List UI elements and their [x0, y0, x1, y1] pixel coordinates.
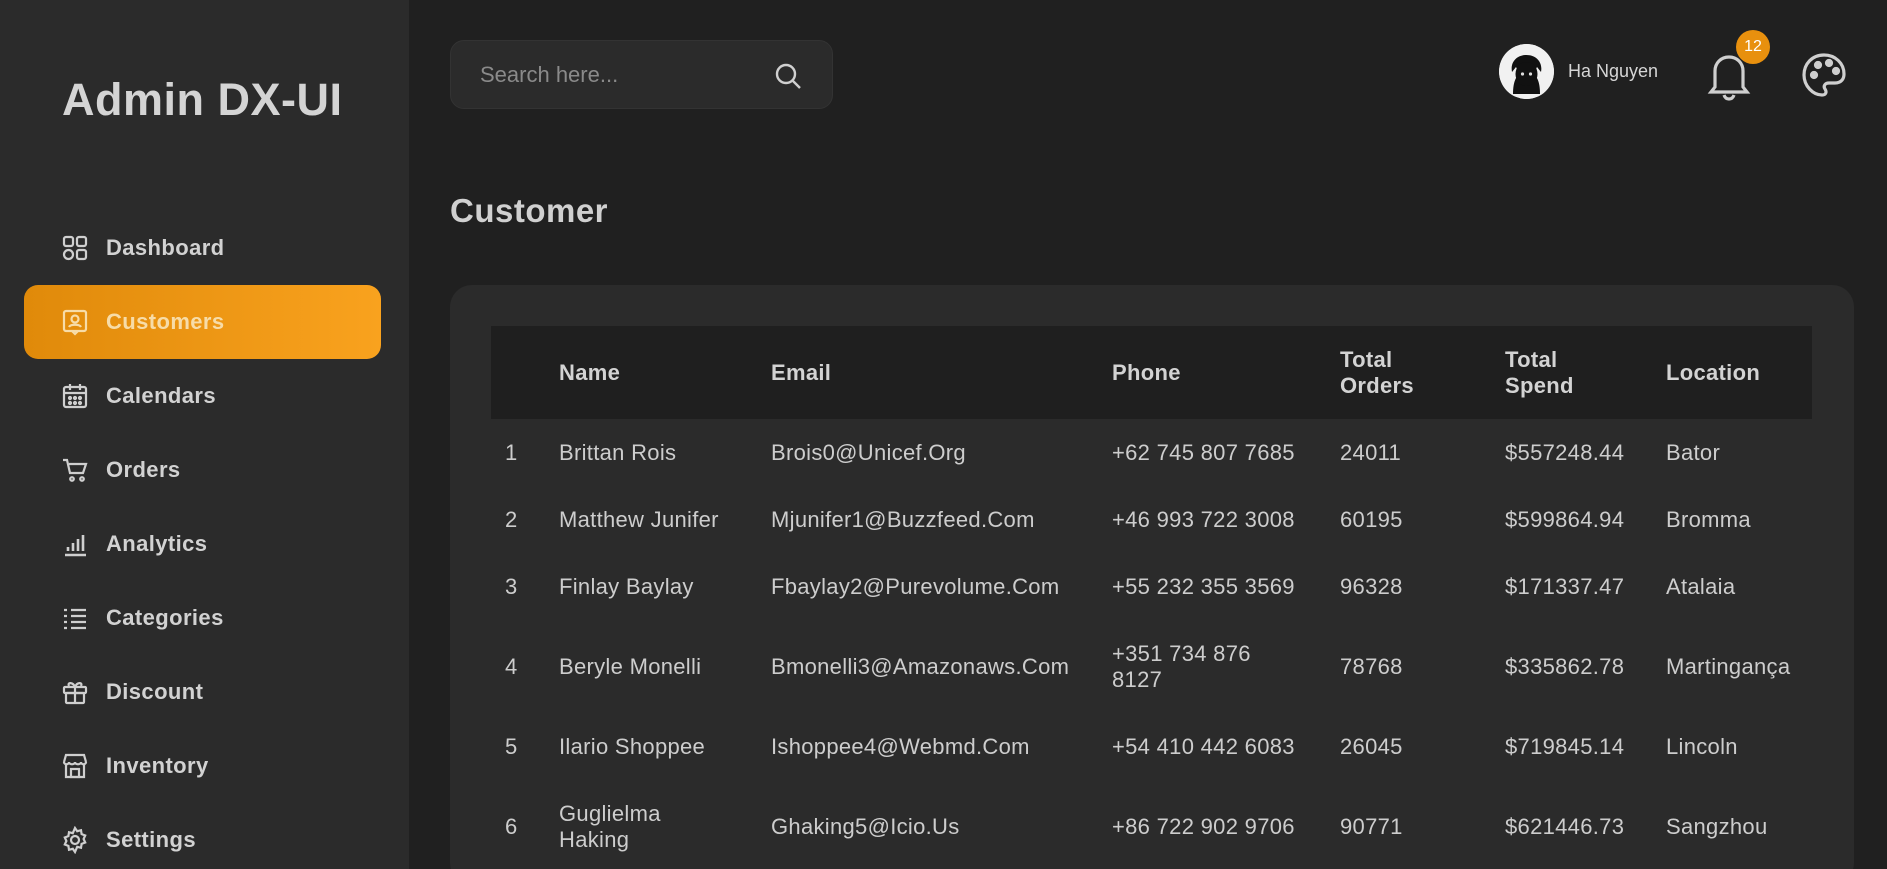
- cell-index: 2: [505, 506, 518, 532]
- avatar[interactable]: [1499, 44, 1554, 99]
- cell-total-spend: $599864.94: [1505, 506, 1625, 532]
- page-title: Customer: [450, 192, 609, 229]
- cell-name: Beryle Monelli: [559, 653, 702, 679]
- sidebar-item-label: Dashboard: [106, 235, 225, 260]
- sidebar-item-settings[interactable]: Settings: [24, 803, 381, 869]
- cell-total-orders: 96328: [1340, 573, 1403, 599]
- cell-name: Ilario Shoppee: [559, 733, 706, 759]
- sidebar-item-discount[interactable]: Discount: [24, 655, 381, 729]
- cell-total-orders: 26045: [1340, 733, 1403, 759]
- table-row[interactable]: 3 Finlay Baylay Fbaylay2@Purevolume.Com …: [491, 553, 1812, 620]
- customer-card-icon: [61, 308, 89, 336]
- notification-badge: 12: [1736, 30, 1770, 64]
- cell-name: Guglielma Haking: [559, 800, 661, 852]
- cell-total-orders: 90771: [1340, 813, 1403, 839]
- search-icon[interactable]: [774, 62, 802, 90]
- search-bar: [450, 40, 833, 109]
- sidebar-item-label: Customers: [106, 309, 225, 334]
- cell-total-spend: $335862.78: [1505, 653, 1625, 679]
- cell-total-orders: 78768: [1340, 653, 1403, 679]
- cell-phone: +46 993 722 3008: [1112, 506, 1295, 532]
- cell-index: 1: [505, 439, 518, 465]
- table-header-row: Name Email Phone Total Orders Total Spen…: [491, 326, 1812, 419]
- sidebar-item-categories[interactable]: Categories: [24, 581, 381, 655]
- sidebar-item-label: Analytics: [106, 531, 208, 556]
- cell-location: Martingança: [1666, 653, 1791, 679]
- cell-email: Ghaking5@Icio.Us: [771, 813, 960, 839]
- cell-name: Brittan Rois: [559, 439, 677, 465]
- cell-location: Bator: [1666, 439, 1721, 465]
- sidebar-item-customers[interactable]: Customers: [24, 285, 381, 359]
- cell-phone: +86 722 902 9706: [1112, 813, 1295, 839]
- sidebar-item-inventory[interactable]: Inventory: [24, 729, 381, 803]
- cell-location: Atalaia: [1666, 573, 1736, 599]
- sidebar-item-analytics[interactable]: Analytics: [24, 507, 381, 581]
- cell-location: Lincoln: [1666, 733, 1738, 759]
- cell-index: 3: [505, 573, 518, 599]
- sidebar-item-calendars[interactable]: Calendars: [24, 359, 381, 433]
- cell-total-orders: 60195: [1340, 506, 1403, 532]
- sidebar-item-dashboard[interactable]: Dashboard: [24, 211, 381, 285]
- cell-email: Mjunifer1@Buzzfeed.Com: [771, 506, 1035, 532]
- cell-phone: +54 410 442 6083: [1112, 733, 1295, 759]
- sidebar-nav: Dashboard Customers Calendars Orders Ana…: [24, 211, 381, 869]
- column-header-total-spend[interactable]: Total Spend: [1505, 326, 1666, 419]
- calendar-icon: [61, 382, 89, 410]
- cell-email: Ishoppee4@Webmd.Com: [771, 733, 1030, 759]
- list-icon: [61, 604, 89, 632]
- bar-chart-icon: [61, 530, 89, 558]
- cell-phone: +351 734 876 8127: [1112, 640, 1251, 692]
- column-header-name[interactable]: Name: [559, 326, 771, 419]
- cell-name: Matthew Junifer: [559, 506, 719, 532]
- gear-icon: [61, 826, 89, 854]
- cell-index: 4: [505, 653, 518, 679]
- sidebar-item-label: Calendars: [106, 383, 216, 408]
- table-row[interactable]: 6 Guglielma Haking Ghaking5@Icio.Us +86 …: [491, 780, 1812, 869]
- sidebar-item-label: Orders: [106, 457, 181, 482]
- cell-index: 6: [505, 813, 518, 839]
- customer-table-card: Name Email Phone Total Orders Total Spen…: [450, 285, 1854, 869]
- sidebar-item-label: Inventory: [106, 753, 209, 778]
- cell-email: Brois0@Unicef.Org: [771, 439, 966, 465]
- table-row[interactable]: 4 Beryle Monelli Bmonelli3@Amazonaws.Com…: [491, 620, 1812, 713]
- cell-total-orders: 24011: [1340, 439, 1402, 465]
- palette-icon[interactable]: [1800, 51, 1848, 99]
- sidebar-item-orders[interactable]: Orders: [24, 433, 381, 507]
- table-row[interactable]: 1 Brittan Rois Brois0@Unicef.Org +62 745…: [491, 419, 1812, 486]
- user-profile[interactable]: Ha Nguyen: [1499, 44, 1658, 99]
- cell-location: Sangzhou: [1666, 813, 1768, 839]
- cart-icon: [61, 456, 89, 484]
- cell-total-spend: $621446.73: [1505, 813, 1625, 839]
- column-header-phone[interactable]: Phone: [1112, 326, 1340, 419]
- table-row[interactable]: 5 Ilario Shoppee Ishoppee4@Webmd.Com +54…: [491, 713, 1812, 780]
- cell-total-spend: $719845.14: [1505, 733, 1625, 759]
- cell-index: 5: [505, 733, 518, 759]
- table-row[interactable]: 2 Matthew Junifer Mjunifer1@Buzzfeed.Com…: [491, 486, 1812, 553]
- column-header-location[interactable]: Location: [1666, 326, 1812, 419]
- cell-total-spend: $557248.44: [1505, 439, 1625, 465]
- user-name: Ha Nguyen: [1568, 61, 1659, 81]
- column-header-index[interactable]: [491, 326, 559, 419]
- column-header-email[interactable]: Email: [771, 326, 1112, 419]
- cell-location: Bromma: [1666, 506, 1751, 532]
- search-input[interactable]: [480, 61, 760, 88]
- cell-email: Fbaylay2@Purevolume.Com: [771, 573, 1060, 599]
- customer-table: Name Email Phone Total Orders Total Spen…: [491, 326, 1812, 869]
- cell-name: Finlay Baylay: [559, 573, 694, 599]
- sidebar: Admin DX-UI Dashboard Customers Calendar…: [0, 0, 409, 869]
- dashboard-icon: [61, 234, 89, 262]
- cell-email: Bmonelli3@Amazonaws.Com: [771, 653, 1070, 679]
- gift-icon: [61, 678, 89, 706]
- brand-title: Admin DX-UI: [62, 74, 343, 125]
- sidebar-item-label: Categories: [106, 605, 224, 630]
- store-icon: [61, 752, 89, 780]
- cell-total-spend: $171337.47: [1505, 573, 1625, 599]
- cell-phone: +62 745 807 7685: [1112, 439, 1295, 465]
- cell-phone: +55 232 355 3569: [1112, 573, 1295, 599]
- column-header-total-orders[interactable]: Total Orders: [1340, 326, 1505, 419]
- sidebar-item-label: Discount: [106, 679, 204, 704]
- sidebar-item-label: Settings: [106, 827, 196, 852]
